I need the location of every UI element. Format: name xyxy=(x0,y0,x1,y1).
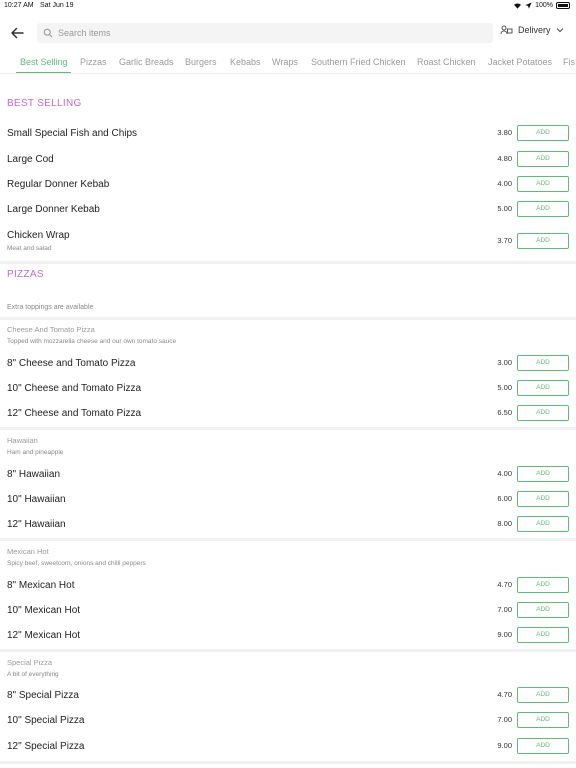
menu-item-name: 10" Hawaiian xyxy=(7,494,66,505)
menu-item-price: 5.00 xyxy=(497,204,512,213)
category-tabs: Best Selling Pizzas Garlic Breads Burger… xyxy=(0,52,576,74)
menu-item-price: 4.80 xyxy=(497,154,512,163)
menu-item-name: Large Donner Kebab xyxy=(7,204,100,215)
menu-item-price: 6.50 xyxy=(497,408,512,417)
add-button[interactable]: ADD xyxy=(517,125,569,141)
delivery-label: Delivery xyxy=(518,25,551,35)
group-description: Topped with mozzarella cheese and our ow… xyxy=(7,338,177,345)
add-button[interactable]: ADD xyxy=(517,687,569,703)
menu-item-name: 12" Mexican Hot xyxy=(7,630,81,641)
tab-garlic-breads[interactable]: Garlic Breads xyxy=(119,57,174,67)
menu-item-price: 7.00 xyxy=(497,715,512,724)
tab-southern-fried-chicken[interactable]: Southern Fried Chicken xyxy=(311,57,406,67)
menu-item-price: 3.00 xyxy=(497,358,512,367)
add-button[interactable]: ADD xyxy=(517,516,569,532)
menu-item-price: 3.80 xyxy=(497,128,512,137)
menu-item-name: 8" Hawaiian xyxy=(7,469,61,480)
status-date: Sat Jun 19 xyxy=(40,2,74,9)
menu-item-price: 4.70 xyxy=(497,690,512,699)
search-input[interactable] xyxy=(58,28,478,38)
menu-item-price: 4.70 xyxy=(497,580,512,589)
add-button[interactable]: ADD xyxy=(517,201,569,217)
menu-item-price: 7.00 xyxy=(497,605,512,614)
section-divider xyxy=(0,317,576,320)
menu-item-price: 9.00 xyxy=(497,741,512,750)
menu-item-price: 4.00 xyxy=(497,179,512,188)
add-button[interactable]: ADD xyxy=(517,602,569,618)
delivery-selector[interactable]: Delivery xyxy=(500,25,564,35)
search-icon xyxy=(43,28,53,38)
add-button[interactable]: ADD xyxy=(517,627,569,643)
status-right: 100% xyxy=(513,2,570,9)
add-button[interactable]: ADD xyxy=(517,712,569,728)
tab-jacket-potatoes[interactable]: Jacket Potatoes xyxy=(488,57,552,67)
status-bar: 10:27 AM Sat Jun 19 100% xyxy=(0,0,576,14)
menu-item-name: Chicken Wrap xyxy=(7,230,70,241)
tab-pizzas[interactable]: Pizzas xyxy=(80,57,107,67)
section-divider xyxy=(0,261,576,264)
search-bar[interactable] xyxy=(37,23,493,43)
add-button[interactable]: ADD xyxy=(517,466,569,482)
menu-item-name: 8" Cheese and Tomato Pizza xyxy=(7,358,136,369)
menu-item-name: Small Special Fish and Chips xyxy=(7,128,138,139)
active-tab-indicator xyxy=(16,72,71,73)
menu-item-name: 10" Cheese and Tomato Pizza xyxy=(7,383,142,394)
section-title-pizzas: PIZZAS xyxy=(7,269,44,280)
group-title: Cheese And Tomato Pizza xyxy=(7,325,95,334)
group-divider xyxy=(0,649,576,652)
menu-item-name: Large Cod xyxy=(7,154,54,165)
add-button[interactable]: ADD xyxy=(517,577,569,593)
location-arrow-icon xyxy=(525,2,532,9)
group-title: Hawaiian xyxy=(7,436,38,445)
battery-icon xyxy=(556,2,570,9)
add-button[interactable]: ADD xyxy=(517,491,569,507)
menu-item-description: Meat and salad xyxy=(7,245,52,252)
menu-item-name: 12" Cheese and Tomato Pizza xyxy=(7,408,142,419)
group-title: Mexican Hot xyxy=(7,547,49,556)
add-button[interactable]: ADD xyxy=(517,151,569,167)
group-description: Spicy beef, sweetcorn, onions and chilli… xyxy=(7,560,146,567)
group-divider xyxy=(0,538,576,541)
menu-item-price: 5.00 xyxy=(497,383,512,392)
menu-item-name: 10" Mexican Hot xyxy=(7,605,81,616)
back-arrow-icon[interactable] xyxy=(8,24,26,42)
menu-item-name: 8" Mexican Hot xyxy=(7,580,75,591)
add-button[interactable]: ADD xyxy=(517,380,569,396)
tab-best-selling[interactable]: Best Selling xyxy=(20,57,68,67)
top-bar: Delivery xyxy=(0,22,576,44)
tab-kebabs[interactable]: Kebabs xyxy=(230,57,261,67)
menu-item-name: 12" Hawaiian xyxy=(7,519,66,530)
menu-item-name: 12" Special Pizza xyxy=(7,741,85,752)
delivery-icon xyxy=(500,25,513,35)
add-button[interactable]: ADD xyxy=(517,405,569,421)
group-title: Special Pizza xyxy=(7,658,53,667)
group-description: A bit of everything xyxy=(7,671,59,678)
add-button[interactable]: ADD xyxy=(517,355,569,371)
group-description: Ham and pineapple xyxy=(7,449,64,456)
menu-item-name: 10" Special Pizza xyxy=(7,715,85,726)
tab-burgers[interactable]: Burgers xyxy=(185,57,217,67)
group-divider xyxy=(0,427,576,430)
menu-item-price: 8.00 xyxy=(497,519,512,528)
tab-fish[interactable]: Fis xyxy=(563,57,575,67)
menu-item-name: Regular Donner Kebab xyxy=(7,179,110,190)
menu-item-price: 6.00 xyxy=(497,494,512,503)
tab-wraps[interactable]: Wraps xyxy=(272,57,298,67)
menu-item-price: 3.70 xyxy=(497,236,512,245)
tab-roast-chicken[interactable]: Roast Chicken xyxy=(417,57,476,67)
menu-item-price: 4.00 xyxy=(497,469,512,478)
menu-item-name: 8" Special Pizza xyxy=(7,690,79,701)
chevron-down-icon xyxy=(556,28,563,33)
battery-percent: 100% xyxy=(535,2,553,9)
menu-item-price: 9.00 xyxy=(497,630,512,639)
add-button[interactable]: ADD xyxy=(517,738,569,754)
section-title-best-selling: BEST SELLING xyxy=(7,98,82,109)
status-time: 10:27 AM xyxy=(4,2,34,9)
add-button[interactable]: ADD xyxy=(517,233,569,249)
add-button[interactable]: ADD xyxy=(517,176,569,192)
section-note: Extra toppings are available xyxy=(7,304,94,311)
wifi-icon xyxy=(514,3,522,9)
group-divider xyxy=(0,761,576,764)
